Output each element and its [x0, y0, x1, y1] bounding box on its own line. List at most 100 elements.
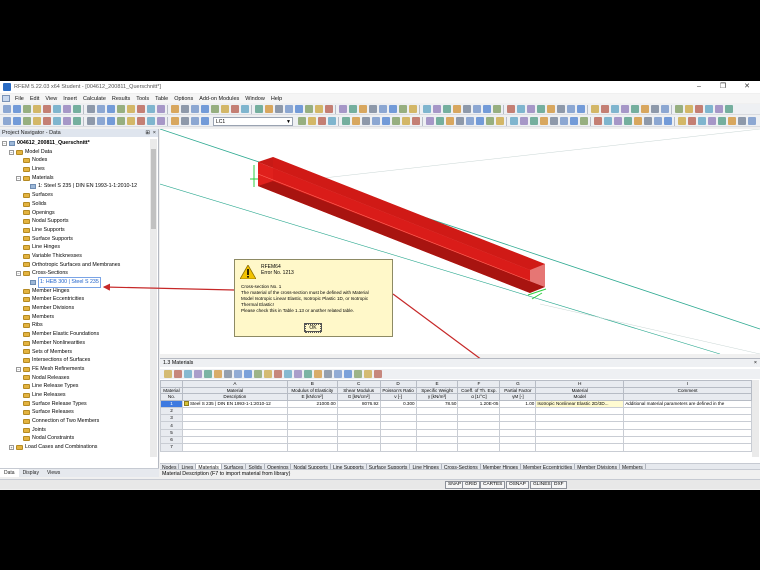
table-cell[interactable]: 1.20E-05	[457, 399, 501, 408]
status-toggle[interactable]: CARTES	[480, 481, 506, 489]
column-header[interactable]: Poisson's Ratio	[379, 386, 417, 394]
table-row[interactable]: 7	[160, 443, 752, 452]
toolbar-tool-icon[interactable]	[517, 105, 525, 113]
toolbar-tool-icon[interactable]	[201, 105, 209, 113]
table-cell[interactable]	[181, 414, 288, 423]
table-cell[interactable]	[181, 428, 288, 438]
menu-tools[interactable]: Tools	[133, 96, 152, 102]
toolbar-tool-icon[interactable]	[73, 105, 81, 113]
toolbar-tool-icon[interactable]	[379, 105, 387, 113]
table-tool-icon[interactable]	[164, 370, 172, 378]
tree-item[interactable]: Member Elastic Foundations	[0, 330, 150, 339]
table-cell[interactable]	[379, 443, 417, 452]
table-tool-icon[interactable]	[274, 370, 282, 378]
toolbar-tool-icon[interactable]	[436, 117, 444, 125]
toolbar-tool-icon[interactable]	[241, 105, 249, 113]
toolbar-tool-icon[interactable]	[473, 105, 481, 113]
toolbar-tool-icon[interactable]	[547, 105, 555, 113]
table-row[interactable]: 2	[160, 406, 752, 416]
table-cell[interactable]	[499, 414, 537, 423]
toolbar-tool-icon[interactable]	[423, 105, 431, 113]
toolbar-tool-icon[interactable]	[728, 117, 736, 125]
table-tool-icon[interactable]	[224, 370, 232, 378]
table-cell[interactable]	[415, 414, 459, 423]
toolbar-tool-icon[interactable]	[486, 117, 494, 125]
toolbar-tool-icon[interactable]	[23, 105, 31, 113]
toolbar-tool-icon[interactable]	[339, 105, 347, 113]
toolbar-tool-icon[interactable]	[453, 105, 461, 113]
toolbar-tool-icon[interactable]	[644, 117, 652, 125]
table-row[interactable]: 4	[160, 421, 752, 430]
tree-item[interactable]: − Model Data	[0, 148, 150, 157]
toolbar-tool-icon[interactable]	[275, 105, 283, 113]
toolbar-tool-icon[interactable]	[372, 117, 380, 125]
status-toggle[interactable]: DXF	[551, 481, 567, 489]
table-cell[interactable]	[181, 406, 288, 416]
column-header[interactable]: Specific Weight	[415, 386, 459, 394]
table-cell[interactable]	[535, 443, 625, 452]
table-cell[interactable]: 7	[160, 443, 183, 452]
table-tool-icon[interactable]	[264, 370, 272, 378]
table-cell[interactable]: Isotropic Nonlinear Elastic 2D/3D...	[535, 399, 625, 408]
tab-views[interactable]: Views	[43, 469, 64, 477]
menu-add-on-modules[interactable]: Add-on Modules	[196, 96, 242, 102]
table-cell[interactable]	[415, 428, 459, 438]
table-cell[interactable]	[415, 435, 459, 445]
toolbar-tool-icon[interactable]	[718, 117, 726, 125]
toolbar-tool-icon[interactable]	[678, 117, 686, 125]
toolbar-tool-icon[interactable]	[3, 117, 11, 125]
status-toggle[interactable]: GRID	[462, 481, 480, 489]
toolbar-tool-icon[interactable]	[557, 105, 565, 113]
toolbar-tool-icon[interactable]	[73, 117, 81, 125]
table-cell[interactable]: 8076.92	[336, 399, 381, 408]
pin-icon[interactable]: ⊞	[145, 129, 150, 137]
toolbar-tool-icon[interactable]	[567, 105, 575, 113]
toolbar-tool-icon[interactable]	[433, 105, 441, 113]
close-button[interactable]: ✕	[738, 81, 756, 93]
table-tool-icon[interactable]	[374, 370, 382, 378]
table-cell[interactable]: 78.50	[415, 399, 459, 408]
table-cell[interactable]	[535, 414, 625, 423]
table-cell[interactable]	[336, 443, 381, 452]
tree-item[interactable]: Line Hinges	[0, 243, 150, 252]
table-cell[interactable]: Additional material parameters are defin…	[623, 399, 752, 408]
toolbar-tool-icon[interactable]	[352, 117, 360, 125]
toolbar-tool-icon[interactable]	[715, 105, 723, 113]
toolbar-tool-icon[interactable]	[171, 105, 179, 113]
tab-data[interactable]: Data	[0, 469, 19, 477]
table-cell[interactable]: 2	[160, 406, 183, 416]
tree-item[interactable]: 1: HEB 300 | Steel S 235	[0, 277, 150, 288]
table-cell[interactable]	[336, 428, 381, 438]
toolbar-tool-icon[interactable]	[53, 105, 61, 113]
table-tool-icon[interactable]	[244, 370, 252, 378]
table-cell[interactable]	[623, 443, 752, 452]
table-tool-icon[interactable]	[234, 370, 242, 378]
toolbar-tool-icon[interactable]	[570, 117, 578, 125]
tree-item[interactable]: 1: Steel S 235 | DIN EN 1993-1-1:2010-12	[0, 182, 150, 191]
toolbar-tool-icon[interactable]	[389, 105, 397, 113]
table-cell[interactable]: 21000.00	[286, 399, 338, 408]
table-cell[interactable]	[181, 421, 288, 430]
toolbar-tool-icon[interactable]	[328, 117, 336, 125]
toolbar-tool-icon[interactable]	[33, 117, 41, 125]
toolbar-tool-icon[interactable]	[560, 117, 568, 125]
table-cell[interactable]	[415, 443, 459, 452]
table-cell[interactable]	[286, 406, 338, 416]
tree-item[interactable]: Nodal Releases	[0, 374, 150, 383]
table-cell[interactable]	[286, 421, 338, 430]
toolbar-tool-icon[interactable]	[601, 105, 609, 113]
tree-item[interactable]: + Load Cases and Combinations	[0, 443, 150, 452]
toolbar-tool-icon[interactable]	[117, 117, 125, 125]
table-cell[interactable]	[286, 428, 338, 438]
scroll-thumb[interactable]	[151, 149, 156, 229]
table-tool-icon[interactable]	[174, 370, 182, 378]
table-cell[interactable]	[623, 428, 752, 438]
collapse-icon[interactable]: −	[16, 175, 21, 181]
table-cell[interactable]	[535, 435, 625, 445]
tree-item[interactable]: Surface Releases	[0, 408, 150, 417]
toolbar-tool-icon[interactable]	[107, 117, 115, 125]
table-cell[interactable]	[286, 414, 338, 423]
menu-file[interactable]: File	[12, 96, 27, 102]
toolbar-tool-icon[interactable]	[641, 105, 649, 113]
table-row[interactable]: 3	[160, 414, 752, 423]
